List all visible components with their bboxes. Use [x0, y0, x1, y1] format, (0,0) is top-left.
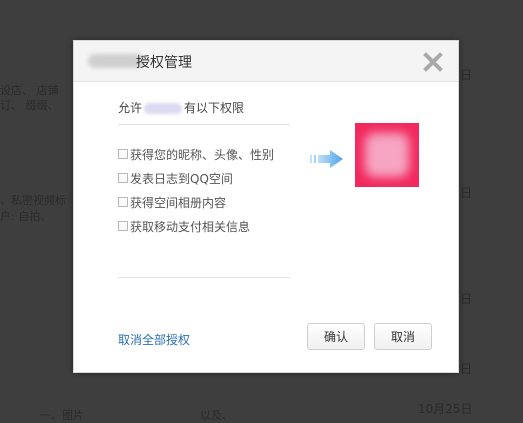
permission-checkbox[interactable]: [118, 173, 128, 183]
dialog-header: 授权管理: [74, 41, 458, 82]
dialog-title: 授权管理: [136, 55, 192, 71]
permission-item[interactable]: 获得您的昵称、头像、性别: [118, 142, 274, 166]
permission-label: 获得空间相册内容: [130, 195, 227, 210]
arrow-right-icon: [310, 150, 343, 168]
bg-date: 日: [460, 186, 473, 200]
avatar-image-redacted: [365, 133, 409, 177]
permission-item[interactable]: 发表日志到QQ空间: [118, 166, 274, 190]
permission-label: 获取移动支付相关信息: [130, 219, 251, 234]
permission-checkbox[interactable]: [118, 197, 128, 207]
bg-date: 日: [460, 68, 473, 82]
bg-text-fragment: 户: 自拍、: [0, 210, 52, 223]
bg-date: 日: [460, 292, 473, 306]
bg-text-fragment: 设店、 店铺: [0, 84, 59, 97]
permission-checkbox[interactable]: [118, 149, 128, 159]
allow-suffix: 有以下权限: [184, 101, 245, 115]
bg-text-fragment: 以及、: [200, 409, 233, 422]
allow-prefix: 允许: [118, 101, 143, 115]
divider: [118, 124, 290, 125]
permission-list: 获得您的昵称、头像、性别 发表日志到QQ空间 获得空间相册内容 获取移动支付相关…: [118, 142, 274, 238]
permission-item[interactable]: 获取移动支付相关信息: [118, 214, 274, 238]
bg-text-fragment: 、私密视频标: [0, 194, 66, 207]
bg-date: 日: [460, 362, 473, 376]
cancel-button[interactable]: 取消: [374, 323, 432, 350]
bg-date: 10月25日: [418, 402, 473, 416]
bg-text-fragment: 一、图片: [40, 409, 84, 422]
divider: [118, 277, 290, 278]
confirm-button[interactable]: 确认: [307, 323, 365, 350]
permission-checkbox[interactable]: [118, 221, 128, 231]
allow-line: 允许 有以下权限: [118, 99, 244, 116]
permission-label: 获得您的昵称、头像、性别: [130, 147, 275, 162]
revoke-all-link[interactable]: 取消全部授权: [118, 331, 190, 348]
close-icon[interactable]: [422, 51, 444, 73]
bg-text-fragment: 订、 缀缀、: [0, 99, 59, 112]
permission-label: 发表日志到QQ空间: [130, 171, 233, 186]
permission-item[interactable]: 获得空间相册内容: [118, 190, 274, 214]
auth-dialog: 授权管理 允许 有以下权限 获得您的昵称、头像、性别 发表日志到QQ空间 获得空间…: [73, 40, 459, 373]
avatar: [355, 123, 419, 187]
app-name-redacted-inline: [144, 103, 183, 114]
